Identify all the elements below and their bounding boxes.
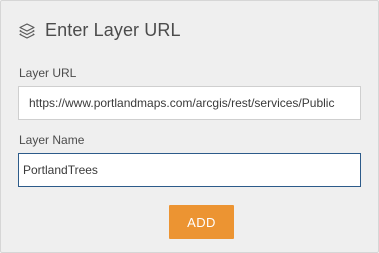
layer-url-input[interactable]: [18, 86, 361, 120]
layer-name-label: Layer Name: [19, 133, 85, 147]
layer-url-label: Layer URL: [19, 66, 77, 80]
layer-name-input[interactable]: [18, 153, 361, 187]
enter-layer-url-panel: Enter Layer URL Layer URL Layer Name ADD: [0, 0, 379, 253]
panel-header: Enter Layer URL: [18, 20, 181, 41]
layers-icon: [18, 22, 36, 40]
panel-title: Enter Layer URL: [45, 20, 181, 40]
add-button[interactable]: ADD: [169, 205, 234, 239]
